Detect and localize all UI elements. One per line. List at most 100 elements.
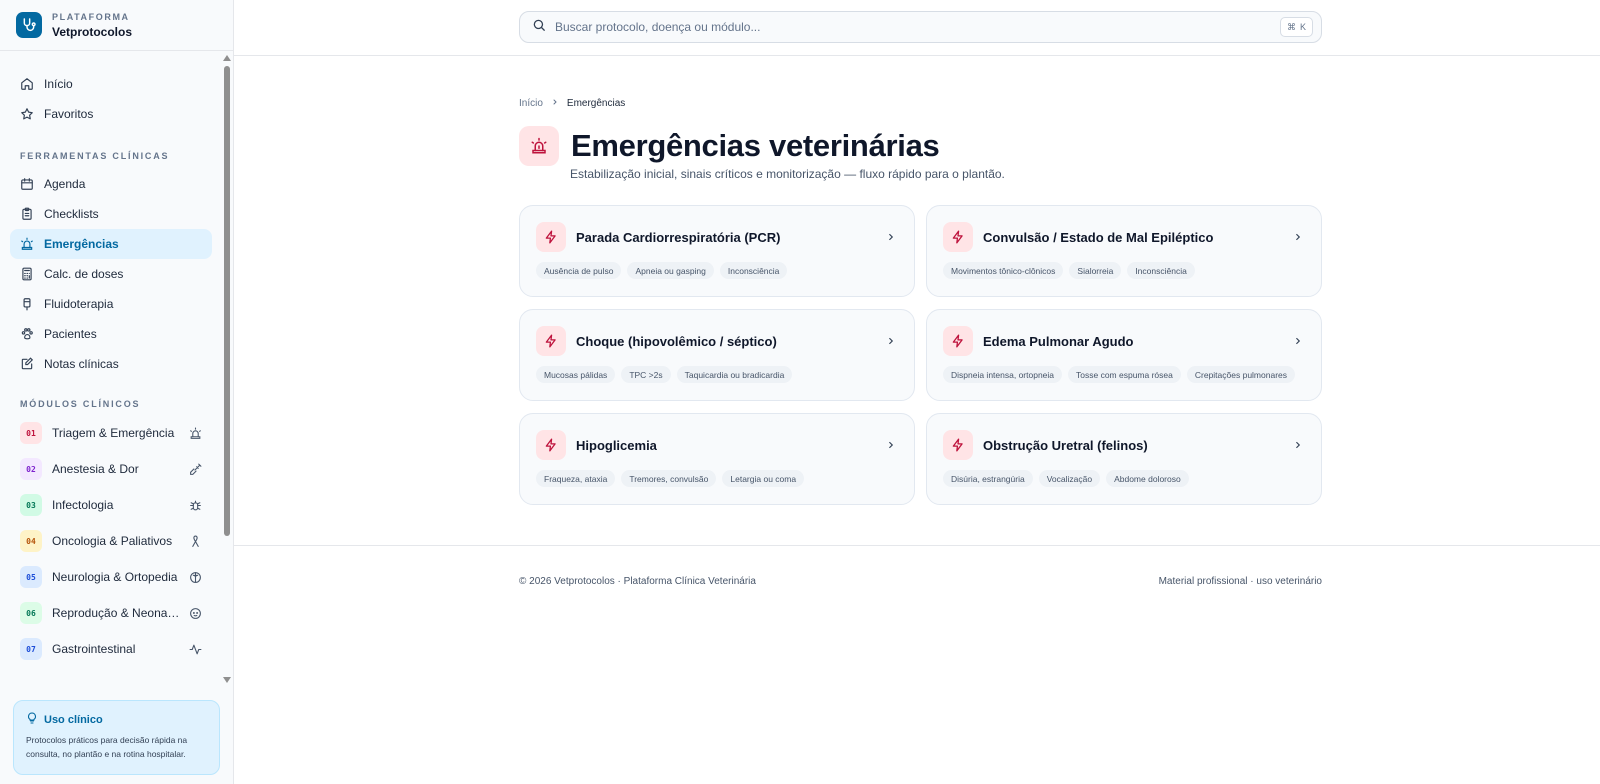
module-label: Neurologia & Ortopedia	[52, 570, 178, 584]
nav-item-label: Pacientes	[44, 327, 97, 341]
lightning-icon	[943, 222, 973, 252]
card-title: Choque (hipovolêmico / séptico)	[576, 333, 777, 349]
emergency-card-pcr[interactable]: Parada Cardiorrespiratória (PCR) Ausênci…	[519, 205, 915, 297]
symptom-tag: Inconsciência	[719, 262, 788, 279]
module-item-gastrointestinal[interactable]: 07 Gastrointestinal	[10, 631, 212, 667]
module-label: Triagem & Emergência	[52, 426, 175, 440]
module-item-neurologia[interactable]: 05 Neurologia & Ortopedia	[10, 559, 212, 595]
module-number-badge: 02	[20, 458, 42, 480]
chevron-right-icon	[1291, 438, 1305, 452]
siren-icon	[20, 237, 34, 251]
symptom-tag: TPC >2s	[621, 366, 671, 383]
usage-info-card: Uso clínico Protocolos práticos para dec…	[13, 700, 220, 775]
footer-copyright: © 2026 Vetprotocolos · Plataforma Clínic…	[519, 576, 756, 587]
nav-item-label: Agenda	[44, 177, 86, 191]
module-number-badge: 04	[20, 530, 42, 552]
emergency-card-edema-pulmonar[interactable]: Edema Pulmonar Agudo Dispneia intensa, o…	[926, 309, 1322, 401]
symptom-tag: Disúria, estrangúria	[943, 470, 1033, 487]
chevron-right-icon	[1291, 334, 1305, 348]
scroll-down-arrow-icon[interactable]	[223, 677, 231, 683]
stethoscope-logo-icon	[16, 12, 42, 38]
sidebar-scrollbar[interactable]	[222, 52, 232, 686]
nav-item-inicio[interactable]: Início	[10, 69, 212, 99]
shortcut-key: K	[1299, 22, 1306, 32]
module-item-infectologia[interactable]: 03 Infectologia	[10, 487, 212, 523]
module-label: Reprodução & Neonatologia	[52, 606, 182, 620]
module-label: Gastrointestinal	[52, 642, 136, 656]
activity-icon	[188, 642, 202, 656]
scroll-up-arrow-icon[interactable]	[223, 55, 231, 61]
lightning-icon	[943, 430, 973, 460]
nav-item-pacientes[interactable]: Pacientes	[10, 319, 212, 349]
brand-name: Vetprotocolos	[52, 24, 133, 39]
emergency-card-choque[interactable]: Choque (hipovolêmico / séptico) Mucosas …	[519, 309, 915, 401]
module-item-reproducao[interactable]: 06 Reprodução & Neonatologia	[10, 595, 212, 631]
card-title: Parada Cardiorrespiratória (PCR)	[576, 229, 781, 245]
module-label: Oncologia & Paliativos	[52, 534, 173, 548]
lightning-icon	[536, 222, 566, 252]
section-label-tools: FERRAMENTAS CLÍNICAS	[20, 151, 170, 161]
card-title: Convulsão / Estado de Mal Epiléptico	[983, 229, 1214, 245]
nav-item-label: Calc. de doses	[44, 267, 124, 281]
star-icon	[20, 107, 34, 121]
usage-text: Protocolos práticos para decisão rápida …	[26, 735, 188, 759]
symptom-tag: Tremores, convulsão	[621, 470, 717, 487]
card-title: Edema Pulmonar Agudo	[983, 333, 1134, 349]
nav-item-emergencias[interactable]: Emergências	[10, 229, 212, 259]
nav-item-notas-clinicas[interactable]: Notas clínicas	[10, 349, 212, 379]
search-box[interactable]: ⌘ K	[519, 11, 1322, 43]
brand-eyebrow: PLATAFORMA	[52, 11, 130, 22]
usage-title: Uso clínico	[44, 713, 103, 726]
search-input[interactable]	[555, 20, 1280, 34]
symptom-tag: Abdome doloroso	[1106, 470, 1189, 487]
note-edit-icon	[20, 357, 34, 371]
baby-icon	[188, 606, 202, 620]
symptom-tag: Apneia ou gasping	[627, 262, 714, 279]
nav-item-label: Fluidoterapia	[44, 297, 114, 311]
siren-icon	[188, 426, 202, 440]
calculator-icon	[20, 267, 34, 281]
nav-item-agenda[interactable]: Agenda	[10, 169, 212, 199]
symptom-tag: Ausência de pulso	[536, 262, 622, 279]
module-number-badge: 06	[20, 602, 42, 624]
module-item-triagem[interactable]: 01 Triagem & Emergência	[10, 415, 212, 451]
sidebar-divider	[0, 50, 233, 51]
brain-icon	[188, 570, 202, 584]
bug-icon	[188, 498, 202, 512]
module-item-oncologia[interactable]: 04 Oncologia & Paliativos	[10, 523, 212, 559]
emergency-cards-grid: Parada Cardiorrespiratória (PCR) Ausênci…	[519, 205, 1322, 505]
card-title: Hipoglicemia	[576, 437, 657, 453]
footer-divider	[234, 545, 1600, 546]
lightning-icon	[536, 430, 566, 460]
scrollbar-thumb[interactable]	[224, 66, 230, 536]
module-number-badge: 05	[20, 566, 42, 588]
section-label-modules: MÓDULOS CLÍNICOS	[20, 399, 141, 409]
chevron-right-icon	[884, 230, 898, 244]
module-number-badge: 07	[20, 638, 42, 660]
module-item-anestesia[interactable]: 02 Anestesia & Dor	[10, 451, 212, 487]
chevron-right-icon	[884, 334, 898, 348]
chevron-right-icon	[551, 98, 559, 109]
lightning-icon	[536, 326, 566, 356]
clipboard-icon	[20, 207, 34, 221]
lightbulb-icon	[26, 712, 38, 727]
nav-item-favoritos[interactable]: Favoritos	[10, 99, 212, 129]
nav-item-calc-doses[interactable]: Calc. de doses	[10, 259, 212, 289]
home-icon	[20, 77, 34, 91]
symptom-tag: Movimentos tônico-clônicos	[943, 262, 1064, 279]
keyboard-shortcut-badge: ⌘ K	[1279, 17, 1313, 37]
nav-item-fluidoterapia[interactable]: Fluidoterapia	[10, 289, 212, 319]
nav-item-label: Início	[44, 77, 73, 91]
nav-item-checklists[interactable]: Checklists	[10, 199, 212, 229]
module-number-badge: 01	[20, 422, 42, 444]
brand[interactable]: PLATAFORMA Vetprotocolos	[16, 10, 132, 40]
page-subtitle: Estabilização inicial, sinais críticos e…	[570, 167, 1005, 181]
emergency-card-convulsao[interactable]: Convulsão / Estado de Mal Epiléptico Mov…	[926, 205, 1322, 297]
footer-note: Material profissional · uso veterinário	[1158, 576, 1322, 587]
page-header: Emergências veterinárias	[519, 126, 940, 166]
nav-item-label: Notas clínicas	[44, 357, 119, 371]
breadcrumb-home-link[interactable]: Início	[519, 98, 543, 109]
emergency-card-hipoglicemia[interactable]: Hipoglicemia Fraqueza, ataxia Tremores, …	[519, 413, 915, 505]
nav-item-label: Checklists	[44, 207, 99, 221]
emergency-card-obstrucao-uretral[interactable]: Obstrução Uretral (felinos) Disúria, est…	[926, 413, 1322, 505]
